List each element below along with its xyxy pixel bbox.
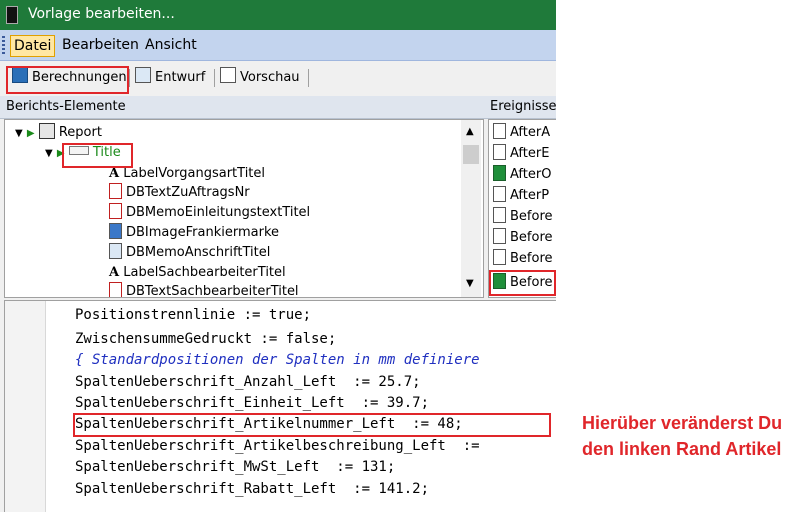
event-item-label: AfterO <box>510 167 552 182</box>
document-icon <box>493 249 506 265</box>
code-line: Positionstrennlinie := true; <box>75 307 312 323</box>
app-icon <box>6 6 18 24</box>
scroll-up-icon[interactable]: ▲ <box>466 126 474 137</box>
tree-item[interactable]: A LabelSachbearbeiterTitel <box>109 263 286 283</box>
menu-ansicht[interactable]: Ansicht <box>142 35 200 55</box>
event-item[interactable]: AfterO <box>493 165 551 185</box>
chevron-down-icon: ▼ <box>15 128 23 139</box>
preview-magnifier-icon <box>220 67 236 83</box>
title-bar: Vorlage bearbeiten... <box>0 0 556 30</box>
tree-item[interactable]: DBTextZuAftragsNr <box>109 183 250 203</box>
event-item[interactable]: AfterP <box>493 186 549 206</box>
panel-header-events: Ereignisse <box>484 96 556 119</box>
scroll-down-icon[interactable]: ▼ <box>466 278 474 289</box>
event-item[interactable]: AfterA <box>493 123 550 143</box>
tree-item-label: DBTextZuAftragsNr <box>126 185 250 200</box>
code-line: SpaltenUeberschrift_Einheit_Left := 39.7… <box>75 395 430 411</box>
annotation-line-1: Hierüber veränderst Du <box>582 413 783 433</box>
code-line: ZwischensummeGedruckt := false; <box>75 331 337 347</box>
editor-gutter <box>5 301 46 512</box>
tree-item-label: Report <box>58 125 102 140</box>
play-arrow-icon: ▶ <box>26 128 35 139</box>
tree-item-label: DBImageFrankiermarke <box>126 225 280 240</box>
dbmemo-icon <box>109 243 122 259</box>
tree-scrollbar[interactable]: ▲ ▼ <box>461 120 481 297</box>
document-icon <box>493 144 506 160</box>
tree-item[interactable]: DBTextSachbearbeiterTitel <box>109 282 299 298</box>
tab-entwurf-label: Entwurf <box>155 70 206 85</box>
panel-header-elements: Berichts-Elemente <box>0 96 484 119</box>
highlight-tab-box <box>6 66 129 94</box>
code-line: SpaltenUeberschrift_Artikelbeschreibung_… <box>75 438 480 454</box>
tab-entwurf[interactable]: Entwurf <box>135 67 205 89</box>
event-item[interactable]: Before <box>493 207 553 227</box>
label-a-icon: A <box>109 166 120 181</box>
code-comment-line: { Standardpositionen der Spalten in mm d… <box>75 352 480 368</box>
pencil-form-icon <box>135 67 151 83</box>
scroll-thumb[interactable] <box>463 145 479 164</box>
event-item-label: AfterA <box>510 125 551 140</box>
tree-item-label: DBMemoEinleitungstextTitel <box>126 205 311 220</box>
tab-vorschau[interactable]: Vorschau <box>220 67 300 89</box>
window-title: Vorlage bearbeiten... <box>28 6 175 22</box>
editor-window: Vorlage bearbeiten... Datei Bearbeiten A… <box>0 0 556 512</box>
highlight-title-box <box>62 143 133 168</box>
annotation-line-2: den linken Rand Artikel <box>582 439 782 459</box>
event-item[interactable]: Before <box>493 249 553 269</box>
tree-item[interactable]: DBMemoAnschriftTitel <box>109 243 270 263</box>
event-item-label: Before <box>510 209 553 224</box>
tab-separator <box>308 69 309 87</box>
event-item[interactable]: AfterE <box>493 144 549 164</box>
label-a-icon: A <box>109 265 120 280</box>
highlight-event-box <box>489 270 556 296</box>
event-item-label: Before <box>510 230 553 245</box>
highlight-code-box <box>73 413 551 437</box>
menu-bar: Datei Bearbeiten Ansicht <box>0 30 556 61</box>
tab-separator <box>214 69 215 87</box>
tree-item[interactable]: DBMemoEinleitungstextTitel <box>109 203 310 223</box>
document-icon <box>493 228 506 244</box>
code-line: SpaltenUeberschrift_Anzahl_Left := 25.7; <box>75 374 421 390</box>
dbmemo-icon <box>109 203 122 219</box>
dbimage-icon <box>109 223 122 239</box>
document-icon <box>493 207 506 223</box>
tab-separator <box>129 69 130 87</box>
dbtext-icon <box>109 282 122 297</box>
menu-grip-icon <box>2 36 5 54</box>
tree-item-report[interactable]: ▼ ▶ Report <box>15 123 102 143</box>
event-item-label: AfterE <box>510 146 550 161</box>
report-icon <box>38 123 55 139</box>
dbtext-icon <box>109 183 122 199</box>
menu-datei[interactable]: Datei <box>10 35 56 57</box>
tab-vorschau-label: Vorschau <box>240 70 300 85</box>
document-icon <box>493 123 506 139</box>
tree-item[interactable]: DBImageFrankiermarke <box>109 223 279 243</box>
code-line: SpaltenUeberschrift_Rabatt_Left := 141.2… <box>75 481 430 497</box>
menu-bearbeiten[interactable]: Bearbeiten <box>59 35 142 55</box>
tree-item-label: DBMemoAnschriftTitel <box>126 245 271 260</box>
chevron-down-icon: ▼ <box>45 148 53 159</box>
event-item-label: AfterP <box>510 188 550 203</box>
code-line: SpaltenUeberschrift_MwSt_Left := 131; <box>75 459 396 475</box>
event-item-label: Before <box>510 251 553 266</box>
tree-item-label: LabelSachbearbeiterTitel <box>123 265 286 280</box>
document-icon <box>493 186 506 202</box>
green-document-icon <box>493 165 506 181</box>
tree-item-label: LabelVorgangsartTitel <box>123 166 266 181</box>
tree-item-label: DBTextSachbearbeiterTitel <box>126 284 299 298</box>
event-item[interactable]: Before <box>493 228 553 248</box>
